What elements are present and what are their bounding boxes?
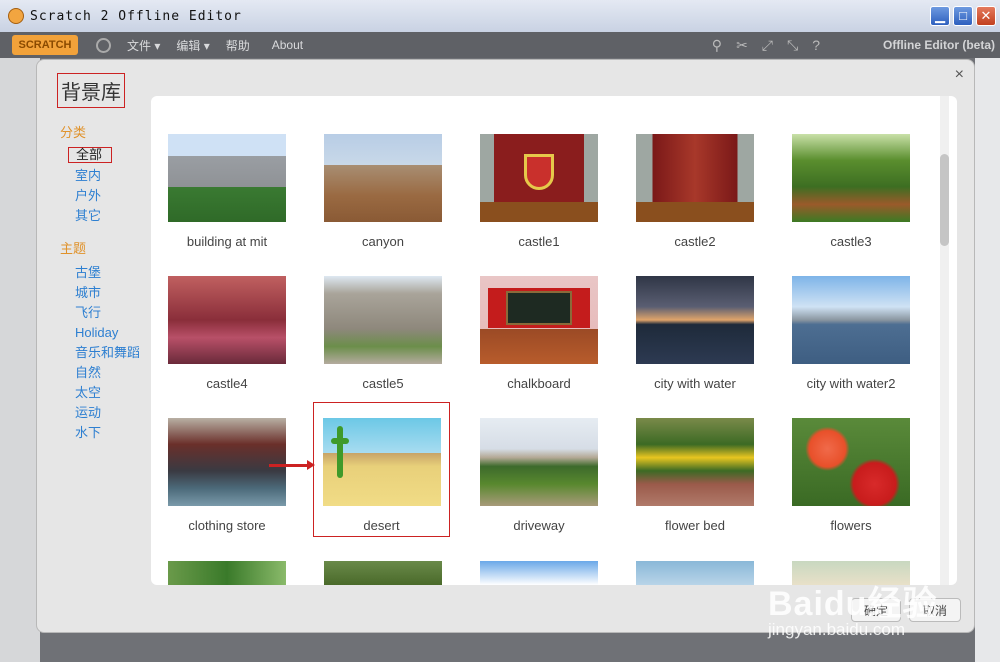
backdrop-thumbnail-partial[interactable] [480, 561, 598, 585]
backdrop-thumbnail [168, 418, 286, 506]
backdrop-thumbnail-partial[interactable] [636, 561, 754, 585]
backdrop-label: desert [363, 518, 400, 533]
backdrop-item[interactable]: castle3 [781, 134, 921, 249]
help-tool-icon[interactable]: ? [812, 37, 820, 54]
backdrop-label: flowers [830, 518, 872, 533]
backdrop-label: castle1 [518, 234, 560, 249]
annotation-arrow [269, 460, 315, 470]
menu-help[interactable]: 帮助 [226, 37, 250, 54]
backdrop-thumbnail [792, 134, 910, 222]
menu-about[interactable]: About [272, 38, 303, 52]
backdrop-thumbnail [168, 276, 286, 364]
menu-bar: SCRATCH 文件 ▾ 编辑 ▾ 帮助 About ⚲ ✂ ⤢ ⤡ ? Off… [0, 32, 1000, 58]
theme-castle[interactable]: 古堡 [75, 263, 140, 283]
backdrop-label: canyon [362, 234, 404, 249]
backdrop-thumbnail [792, 276, 910, 364]
backdrop-item[interactable]: chalkboard [469, 276, 609, 391]
title-bar: Scratch 2 Offline Editor ▁ □ ✕ [0, 0, 1000, 32]
backdrop-label: castle3 [830, 234, 872, 249]
backdrop-thumbnail [792, 418, 910, 506]
backdrop-label: flower bed [665, 518, 725, 533]
watermark-brand: Baidu经验 [768, 585, 938, 623]
scrollbar-thumb[interactable] [940, 154, 949, 246]
category-header: 分类 [60, 125, 87, 140]
backdrop-grid: building at mit canyon castle1 castle2 c… [151, 96, 957, 585]
maximize-button[interactable]: □ [953, 6, 973, 26]
watermark-url: jingyan.baidu.com [768, 620, 906, 639]
backdrop-item[interactable]: driveway [469, 418, 609, 533]
backdrop-thumbnail [480, 276, 598, 364]
backdrop-label: city with water2 [806, 376, 896, 391]
backdrop-label: building at mit [186, 234, 268, 249]
backdrop-thumbnail [324, 134, 442, 222]
category-other[interactable]: 其它 [75, 206, 140, 226]
backdrop-thumbnail-partial[interactable] [168, 561, 286, 585]
grow-tool-icon[interactable]: ⤢ [762, 37, 773, 54]
backdrop-thumbnail [636, 418, 754, 506]
theme-music-dance[interactable]: 音乐和舞蹈 [75, 343, 140, 363]
backdrop-label: castle5 [362, 376, 404, 391]
backdrop-thumbnail [636, 134, 754, 222]
theme-nature[interactable]: 自然 [75, 363, 140, 383]
category-outdoors[interactable]: 户外 [75, 186, 140, 206]
backdrop-item[interactable]: city with water [625, 276, 765, 391]
window-title: Scratch 2 Offline Editor [30, 8, 242, 24]
backdrop-thumbnail-partial[interactable] [324, 561, 442, 585]
dialog-title: 背景库 [57, 73, 125, 108]
theme-holiday[interactable]: Holiday [75, 323, 140, 343]
backdrop-item-selected[interactable]: desert [313, 402, 450, 537]
backdrop-thumbnail [636, 276, 754, 364]
menu-edit[interactable]: 编辑 ▾ [176, 37, 209, 54]
filter-sidebar: 分类 全部 室内 户外 其它 主题 古堡 城市 飞行 Holiday 音乐和舞蹈… [60, 122, 140, 443]
dialog-close-button[interactable]: × [955, 66, 964, 84]
theme-city[interactable]: 城市 [75, 283, 140, 303]
backdrop-library-dialog: × 背景库 分类 全部 室内 户外 其它 主题 古堡 城市 飞行 Holiday… [36, 59, 975, 633]
backdrop-thumbnail [322, 418, 441, 506]
background-panel [0, 58, 40, 662]
backdrop-item[interactable]: castle5 [313, 276, 453, 391]
backdrop-label: chalkboard [507, 376, 571, 391]
backdrop-label: city with water [654, 376, 736, 391]
close-window-button[interactable]: ✕ [976, 6, 996, 26]
backdrop-label: castle2 [674, 234, 716, 249]
theme-header: 主题 [60, 241, 87, 256]
backdrop-item[interactable]: flowers [781, 418, 921, 533]
theme-underwater[interactable]: 水下 [75, 423, 140, 443]
backdrop-thumbnail [480, 134, 598, 222]
backdrop-item[interactable]: city with water2 [781, 276, 921, 391]
backdrop-item[interactable]: castle1 [469, 134, 609, 249]
backdrop-label: castle4 [206, 376, 248, 391]
backdrop-thumbnail [168, 134, 286, 222]
scratch-cat-icon [8, 8, 24, 24]
backdrop-item[interactable]: clothing store [157, 418, 297, 533]
menu-file[interactable]: 文件 ▾ [127, 37, 160, 54]
delete-tool-icon[interactable]: ✂ [736, 37, 748, 54]
backdrop-item[interactable]: flower bed [625, 418, 765, 533]
backdrop-item[interactable]: canyon [313, 134, 453, 249]
duplicate-tool-icon[interactable]: ⚲ [712, 37, 722, 54]
backdrop-label: driveway [513, 518, 565, 533]
background-panel-right [975, 58, 1000, 662]
scratch-logo[interactable]: SCRATCH [12, 35, 78, 55]
theme-flying[interactable]: 飞行 [75, 303, 140, 323]
backdrop-item[interactable]: castle4 [157, 276, 297, 391]
category-all[interactable]: 全部 [68, 147, 112, 163]
globe-icon[interactable] [96, 37, 111, 53]
category-indoors[interactable]: 室内 [75, 166, 140, 186]
backdrop-thumbnail [324, 276, 442, 364]
grid-scrollbar[interactable] [940, 96, 949, 585]
shrink-tool-icon[interactable]: ⤡ [787, 37, 798, 54]
minimize-button[interactable]: ▁ [930, 6, 950, 26]
backdrop-item[interactable]: castle2 [625, 134, 765, 249]
backdrop-item[interactable]: building at mit [157, 134, 297, 249]
backdrop-label: clothing store [188, 518, 266, 533]
editor-label: Offline Editor (beta) [883, 38, 995, 52]
theme-space[interactable]: 太空 [75, 383, 140, 403]
backdrop-thumbnail [480, 418, 598, 506]
theme-sports[interactable]: 运动 [75, 403, 140, 423]
